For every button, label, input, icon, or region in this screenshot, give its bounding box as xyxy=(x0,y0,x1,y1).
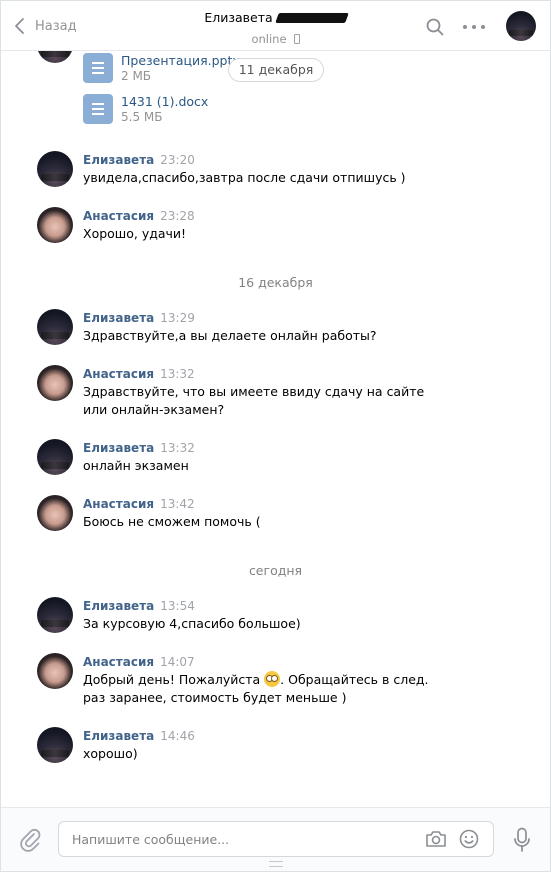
chevron-left-icon xyxy=(15,18,24,34)
paperclip-icon[interactable] xyxy=(19,828,41,852)
contact-avatar[interactable] xyxy=(506,11,536,41)
message-text: Здравствуйте,а вы делаете онлайн работы? xyxy=(83,328,377,343)
message-author[interactable]: Елизавета xyxy=(83,729,154,743)
attachment-docx[interactable]: 1431 (1).docx 5.5 МБ xyxy=(83,94,208,125)
contact-name: Елизавета xyxy=(204,10,273,25)
chat-title[interactable]: Елизавета xyxy=(204,10,349,25)
resize-grip-icon[interactable] xyxy=(269,861,283,867)
message-text: хорошо) xyxy=(83,746,138,761)
attachment-pptx[interactable]: Презентация.pptx 2 МБ xyxy=(83,53,240,84)
camera-icon[interactable] xyxy=(425,830,447,848)
date-separator: 16 декабря xyxy=(238,275,313,290)
message-text-part: Добрый день! Пожалуйста xyxy=(83,672,261,687)
message-author[interactable]: Анастасия xyxy=(83,367,154,381)
chat-header: Назад Елизавета online xyxy=(1,1,550,51)
avatar[interactable] xyxy=(37,151,73,187)
message-time: 14:07 xyxy=(160,655,195,669)
message-author[interactable]: Елизавета xyxy=(83,599,154,613)
message-time: 14:46 xyxy=(160,729,195,743)
avatar[interactable] xyxy=(37,365,73,401)
message-time: 13:42 xyxy=(160,497,195,511)
back-label: Назад xyxy=(35,18,77,34)
chat-window: Назад Елизавета online 11 декабря Презен… xyxy=(0,0,551,872)
message-text: увидела,спасибо,завтра после сдачи отпиш… xyxy=(83,170,406,185)
message-text: За курсовую 4,спасибо большое) xyxy=(83,616,301,631)
floating-date-badge: 11 декабря xyxy=(228,58,324,82)
date-separator: сегодня xyxy=(248,563,303,578)
flushed-face-emoji xyxy=(264,671,281,687)
message-time: 13:29 xyxy=(160,311,195,325)
avatar[interactable] xyxy=(37,597,73,633)
mobile-phone-icon xyxy=(293,34,300,44)
status-text: online xyxy=(251,32,287,46)
message-author[interactable]: Анастасия xyxy=(83,655,154,669)
attachment-size: 2 МБ xyxy=(121,69,152,83)
avatar[interactable] xyxy=(37,653,73,689)
redaction-mark xyxy=(274,12,349,23)
avatar[interactable] xyxy=(37,439,73,475)
online-status: online xyxy=(251,32,300,46)
avatar[interactable] xyxy=(37,207,73,243)
message-time: 13:32 xyxy=(160,367,195,381)
message-time: 23:20 xyxy=(160,153,195,167)
message-text: Боюсь не сможем помочь ( xyxy=(83,514,261,529)
message-input[interactable] xyxy=(72,822,412,856)
microphone-icon[interactable] xyxy=(513,827,531,853)
avatar[interactable] xyxy=(37,727,73,763)
message-author[interactable]: Анастасия xyxy=(83,209,154,223)
attachment-size: 5.5 МБ xyxy=(121,110,163,124)
message-text: Здравствуйте, что вы имеете ввиду сдачу … xyxy=(83,384,425,417)
message-time: 13:32 xyxy=(160,441,195,455)
search-icon[interactable] xyxy=(426,18,444,36)
document-icon xyxy=(83,53,113,83)
message-author[interactable]: Елизавета xyxy=(83,153,154,167)
attachment-name: Презентация.pptx xyxy=(121,53,240,68)
message-author[interactable]: Елизавета xyxy=(83,311,154,325)
message-time: 13:54 xyxy=(160,599,195,613)
message-author[interactable]: Елизавета xyxy=(83,441,154,455)
message-text: Добрый день! Пожалуйста . Обращайтесь в … xyxy=(83,671,443,707)
more-options-button[interactable] xyxy=(463,18,485,36)
message-text: Хорошо, удачи! xyxy=(83,226,187,241)
avatar[interactable] xyxy=(37,309,73,345)
message-input-box xyxy=(58,821,494,857)
document-icon xyxy=(83,94,113,124)
message-text: онлайн экзамен xyxy=(83,458,189,473)
attachment-name: 1431 (1).docx xyxy=(121,94,209,109)
message-time: 23:28 xyxy=(160,209,195,223)
emoji-smile-icon[interactable] xyxy=(459,829,479,849)
avatar[interactable] xyxy=(37,495,73,531)
message-author[interactable]: Анастасия xyxy=(83,497,154,511)
back-button[interactable]: Назад xyxy=(13,16,77,36)
